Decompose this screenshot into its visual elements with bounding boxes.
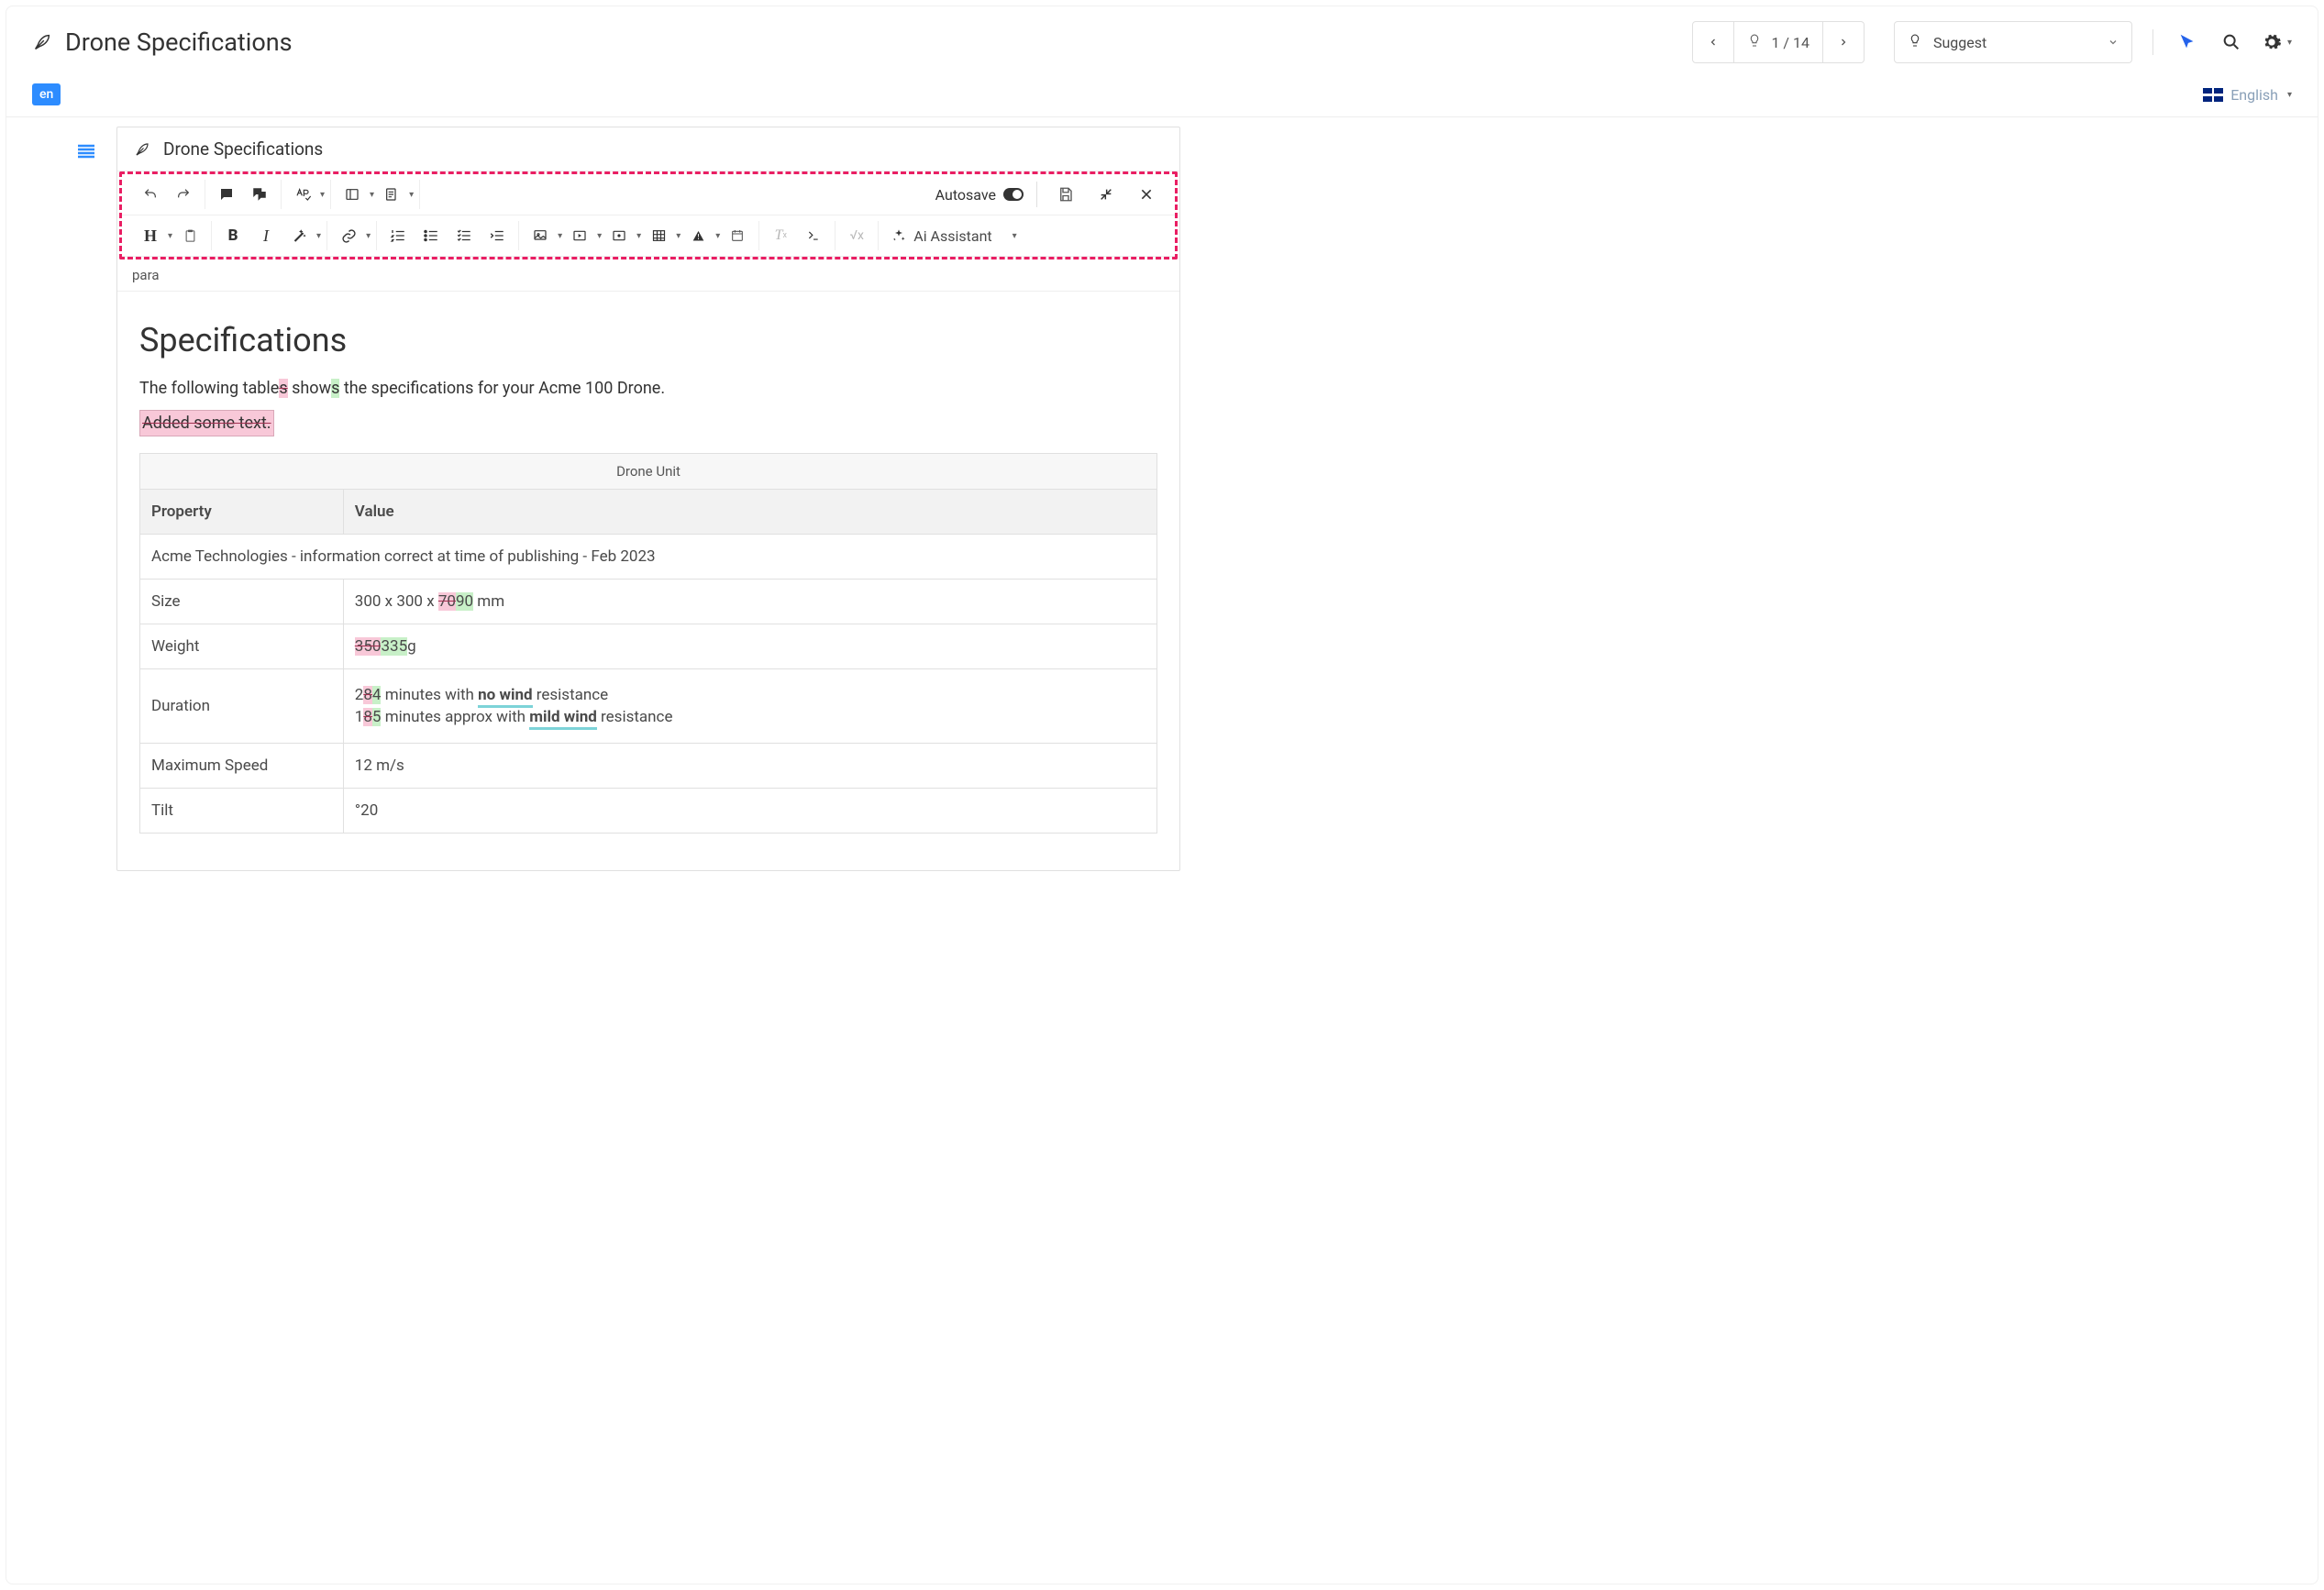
chevron-down-icon: ▾ (2287, 38, 2292, 48)
chevron-down-icon (2108, 34, 2119, 51)
breadcrumb: para (117, 259, 1179, 292)
removed-paragraph: Added some text. (139, 410, 1157, 436)
insertion: s (331, 379, 339, 398)
doc-heading: Specifications (139, 321, 1157, 359)
app-header: Drone Specifications 1 / 14 (6, 6, 2318, 76)
table-row: Weight 350335g (140, 624, 1157, 669)
panel-left-menu[interactable]: ▾ (337, 180, 374, 209)
checklist-button[interactable] (448, 221, 480, 250)
bulb-icon (1908, 33, 1922, 51)
comment-span[interactable]: mild wind (529, 708, 597, 730)
comments-thread-button[interactable] (244, 180, 275, 209)
media-menu[interactable]: ▾ (564, 221, 602, 250)
calendar-button[interactable] (722, 221, 753, 250)
suggestion-nav: 1 / 14 (1692, 21, 1865, 63)
table-caption: Drone Unit (139, 453, 1157, 489)
comment-button[interactable] (211, 180, 242, 209)
comment-span[interactable]: no wind (478, 686, 532, 708)
ordered-list-button[interactable] (382, 221, 414, 250)
collapse-button[interactable] (1090, 180, 1122, 209)
pagination-text: 1 / 14 (1771, 34, 1809, 51)
bold-button[interactable]: B (217, 221, 249, 250)
intro-paragraph: The following tables shows the specifica… (139, 376, 1157, 401)
close-button[interactable] (1131, 180, 1162, 209)
autosave-toggle[interactable]: Autosave (935, 186, 1024, 204)
settings-menu[interactable]: ▾ (2262, 32, 2292, 52)
magic-format-menu[interactable]: ▾ (283, 221, 321, 250)
deletion: s (279, 379, 287, 398)
bulb-icon (1747, 33, 1762, 51)
suggestion-counter: 1 / 14 (1734, 21, 1822, 63)
clear-format-button: Tx (765, 221, 796, 250)
equation-button: √x (841, 221, 872, 250)
italic-button[interactable]: I (250, 221, 282, 250)
undo-button[interactable] (135, 180, 166, 209)
page-title: Drone Specifications (65, 28, 293, 57)
table-row: Duration 284 minutes with no wind resist… (140, 669, 1157, 744)
warning-menu[interactable]: ▾ (682, 221, 720, 250)
search-button[interactable] (2218, 28, 2245, 56)
deletion-block: Added some text. (139, 410, 274, 436)
autosave-label: Autosave (935, 186, 996, 204)
divider (1036, 182, 1037, 207)
editor-panel: Drone Specifications (116, 127, 1180, 871)
flag-uk-icon (2203, 88, 2223, 102)
prev-suggestion-button[interactable] (1692, 21, 1734, 63)
language-label: English (2230, 86, 2278, 104)
col-property: Property (140, 490, 344, 535)
language-bar: en English ▾ (6, 76, 2318, 117)
redo-button[interactable] (168, 180, 199, 209)
document-content[interactable]: Specifications The following tables show… (117, 292, 1179, 870)
terminal-button[interactable] (798, 221, 829, 250)
ai-label: Ai Assistant (913, 227, 991, 245)
indent-list-button[interactable] (481, 221, 513, 250)
mode-select[interactable]: Suggest (1894, 21, 2132, 63)
col-value: Value (343, 490, 1156, 535)
next-suggestion-button[interactable] (1822, 21, 1865, 63)
feather-icon (32, 32, 52, 52)
feather-icon (134, 141, 150, 158)
table-row: Maximum Speed 12 m/s (140, 744, 1157, 789)
toolbar-highlight: ▾ ▾ ▾ (119, 171, 1178, 259)
editor-title: Drone Specifications (163, 138, 323, 160)
table-row: Size 300 x 300 x 7090 mm (140, 580, 1157, 624)
image-insert-menu[interactable]: ▾ (525, 221, 562, 250)
table-menu[interactable]: ▾ (643, 221, 681, 250)
mode-label: Suggest (1933, 34, 1986, 51)
chevron-down-icon: ▾ (2287, 90, 2292, 100)
language-select[interactable]: English ▾ (2203, 86, 2292, 104)
divider (2152, 29, 2153, 55)
select-tool-button[interactable] (2174, 28, 2201, 56)
language-chip[interactable]: en (32, 83, 61, 105)
specs-table: Drone Unit Property Value Acme Technolog… (139, 453, 1157, 834)
link-menu[interactable]: ▾ (333, 221, 371, 250)
template-menu[interactable]: ▾ (376, 180, 414, 209)
unordered-list-button[interactable] (415, 221, 447, 250)
save-button[interactable] (1050, 180, 1081, 209)
embed-menu[interactable]: ▾ (603, 221, 641, 250)
table-row: Tilt °20 (140, 789, 1157, 834)
toolbar-secondary: H▾ B I ▾ ▾ (122, 215, 1175, 257)
toolbar-primary: ▾ ▾ ▾ (122, 174, 1175, 215)
heading-menu[interactable]: H▾ (135, 221, 172, 250)
outline-toggle-button[interactable] (72, 138, 100, 165)
toggle-icon (1003, 188, 1024, 201)
ai-assistant-button[interactable]: Ai Assistant ▾ (884, 227, 1024, 245)
paste-button[interactable] (174, 221, 205, 250)
disclaimer-row: Acme Technologies - information correct … (140, 535, 1157, 580)
spellcheck-menu[interactable]: ▾ (287, 180, 325, 209)
